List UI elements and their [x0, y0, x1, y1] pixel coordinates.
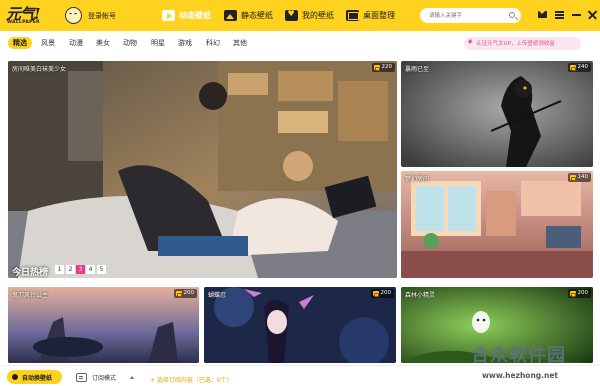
- nav-dynamic-wallpaper[interactable]: 动态壁纸: [162, 8, 211, 23]
- nav-label: 桌面整理: [363, 11, 395, 20]
- play-icon: [162, 10, 175, 21]
- auto-label: 自动换壁纸: [22, 375, 53, 382]
- choose-subscription-link[interactable]: + 选择订阅内容（已选：0个）: [150, 375, 233, 384]
- wallpaper-thumbnail: [401, 171, 593, 278]
- download-count-badge: 240: [567, 63, 591, 72]
- download-count: 240: [577, 64, 589, 70]
- page-dot-1[interactable]: 1: [55, 265, 64, 274]
- download-icon: [373, 65, 380, 71]
- category-stars[interactable]: 明星: [151, 37, 165, 49]
- download-count-badge: 200: [567, 289, 591, 298]
- category-animals[interactable]: 动物: [123, 37, 137, 49]
- search-icon[interactable]: [509, 12, 515, 18]
- menu-icon[interactable]: [554, 9, 565, 20]
- card-title: 房间唯美白袜美少女: [12, 66, 67, 73]
- category-bar: 精选 风景 动漫 美女 动物 明星 游戏 科幻 其他 认证元气太UP，上传壁纸领…: [0, 31, 600, 55]
- watermark-text: 合众软件园: [471, 345, 566, 366]
- page-dot-3[interactable]: 3: [76, 265, 85, 274]
- avatar[interactable]: [65, 7, 82, 24]
- search-input[interactable]: [429, 10, 505, 21]
- title-bar: 元气! WALLPAPER 登录帐号 动态壁纸 静态壁纸 我的壁纸 桌面整理: [0, 0, 600, 31]
- app-logo: 元气! WALLPAPER: [6, 3, 52, 28]
- download-count: 200: [183, 290, 195, 296]
- wallpaper-thumbnail: [401, 61, 593, 167]
- download-icon: [372, 291, 379, 297]
- image-icon: [224, 10, 237, 21]
- page-dot-2[interactable]: 2: [66, 265, 75, 274]
- download-icon: [569, 291, 576, 297]
- nav-static-wallpaper[interactable]: 静态壁纸: [224, 8, 273, 23]
- wallpaper-card-featured[interactable]: 房间唯美白袜美少女 220: [8, 61, 397, 278]
- category-anime[interactable]: 动漫: [69, 37, 83, 49]
- subscribe-icon: [76, 372, 87, 382]
- close-icon[interactable]: [587, 9, 598, 20]
- card-title: 森林小精灵: [405, 292, 436, 299]
- card-title: 梦幻房间: [405, 176, 430, 183]
- login-link[interactable]: 登录帐号: [88, 11, 116, 21]
- watermark-url: www.hezhong.net: [482, 371, 559, 380]
- download-icon: [569, 65, 576, 71]
- download-icon: [175, 291, 182, 297]
- download-count: 220: [381, 64, 393, 70]
- watermark: 合众软件园 www.hezhong.net: [455, 341, 600, 386]
- chevron-up-icon: [130, 375, 135, 379]
- nav-label: 静态壁纸: [241, 11, 273, 20]
- download-count: 140: [577, 174, 589, 180]
- wallpaper-thumbnail: [8, 61, 397, 278]
- subscribe-mode-label: 订阅模式: [92, 374, 117, 382]
- card-title: 暴雨已至: [405, 66, 430, 73]
- wallpaper-card-dream-room[interactable]: 梦幻房间 140: [401, 171, 593, 278]
- desktop-icon: [346, 10, 359, 21]
- category-beauty[interactable]: 美女: [96, 37, 110, 49]
- hot-list-label: 今日热榜: [12, 268, 49, 278]
- auto-change-wallpaper-button[interactable]: 自动换壁纸: [7, 370, 62, 384]
- subscribe-mode-select[interactable]: 订阅模式: [76, 371, 135, 383]
- logo-subtext: WALLPAPER: [7, 20, 40, 25]
- category-other[interactable]: 其他: [233, 37, 247, 49]
- card-title: 蝴蝶忍: [208, 292, 227, 299]
- download-count-badge: 200: [173, 289, 197, 298]
- category-scenery[interactable]: 风景: [41, 37, 55, 49]
- minimize-icon[interactable]: [571, 9, 582, 20]
- page-dot-5[interactable]: 5: [97, 265, 106, 274]
- download-count: 200: [577, 290, 589, 296]
- download-count-badge: 220: [371, 63, 395, 72]
- page-dot-4[interactable]: 4: [86, 265, 95, 274]
- download-icon: [569, 175, 576, 181]
- category-scifi[interactable]: 科幻: [206, 37, 220, 49]
- heart-icon: [285, 9, 298, 21]
- wallpaper-thumbnail: [204, 287, 396, 363]
- nav-desktop-organize[interactable]: 桌面整理: [346, 8, 395, 23]
- nav-label: 动态壁纸: [179, 11, 211, 20]
- nav-label: 我的壁纸: [302, 11, 334, 20]
- download-count-badge: 200: [370, 289, 394, 298]
- card-title: 鬼刀风铃公主: [12, 292, 49, 299]
- download-count: 200: [380, 290, 392, 296]
- wallpaper-card-ghost-blade[interactable]: 鬼刀风铃公主 200: [8, 287, 199, 363]
- search-box: [420, 8, 521, 23]
- mail-icon[interactable]: [537, 9, 548, 20]
- category-featured[interactable]: 精选: [8, 37, 32, 49]
- wallpaper-card-butterfly[interactable]: 蝴蝶忍 200: [204, 287, 396, 363]
- auto-icon: [12, 374, 18, 380]
- nav-my-wallpaper[interactable]: 我的壁纸: [285, 8, 334, 23]
- promo-text: 认证元气太UP，上传壁纸领收益: [476, 41, 555, 47]
- wallpaper-card-rainstorm[interactable]: 暴雨已至 240: [401, 61, 593, 167]
- download-count-badge: 140: [567, 173, 591, 182]
- category-games[interactable]: 游戏: [178, 37, 192, 49]
- promo-banner[interactable]: 认证元气太UP，上传壁纸领收益: [464, 37, 581, 50]
